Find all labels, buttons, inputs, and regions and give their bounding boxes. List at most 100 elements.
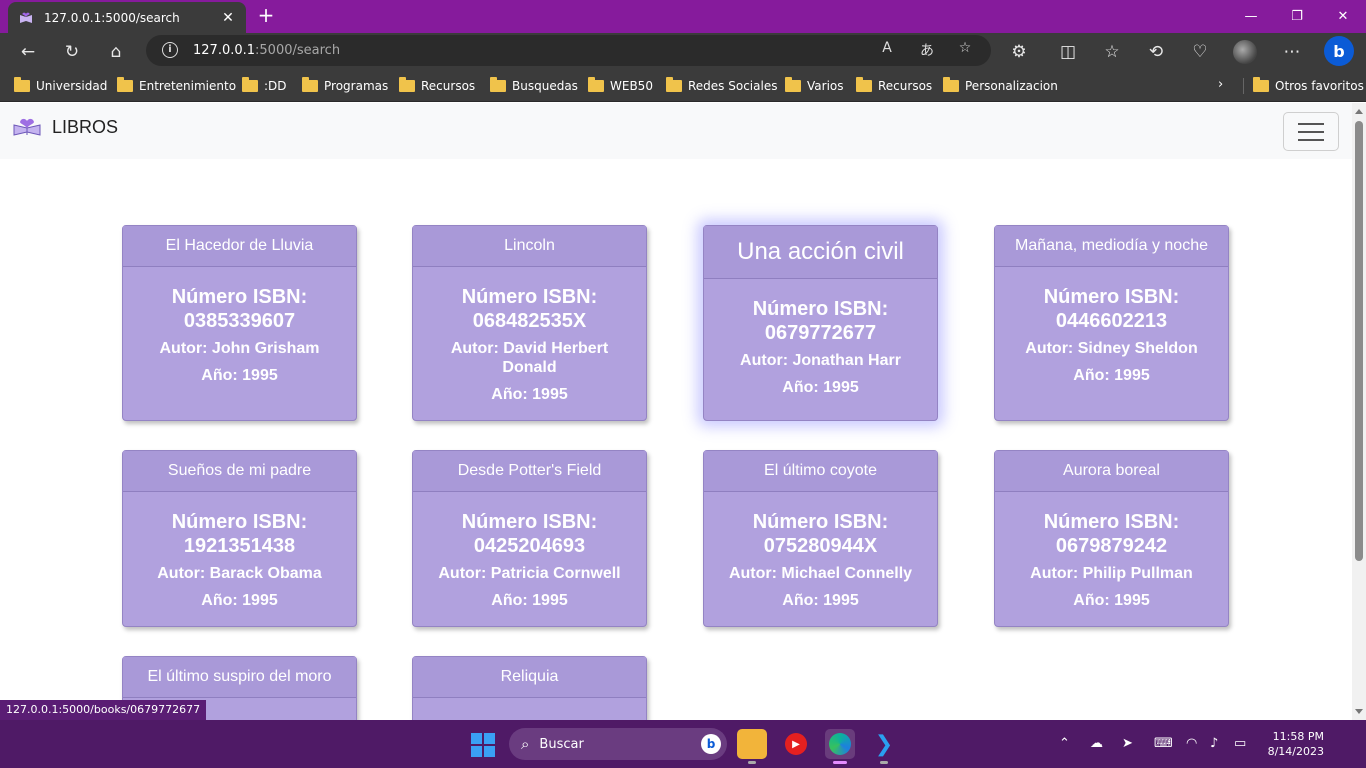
read-aloud-icon[interactable]: A <box>876 40 898 56</box>
clock-date: 8/14/2023 <box>1267 745 1324 758</box>
bookmarks-divider <box>1243 78 1244 94</box>
bookmark-folder[interactable]: Busquedas <box>490 77 578 95</box>
book-isbn: Número ISBN: 1921351438 <box>171 511 308 557</box>
window-controls: — ❐ ✕ <box>1228 0 1366 33</box>
windows-start-icon[interactable] <box>471 733 495 757</box>
book-card[interactable]: Aurora boreal Número ISBN: 0679879242 Au… <box>994 450 1229 627</box>
navbar: LIBROS <box>0 103 1352 159</box>
book-card[interactable]: Lincoln Número ISBN: 068482535X Autor: D… <box>412 225 647 421</box>
volume-icon[interactable]: ♪ <box>1210 736 1218 751</box>
vscode-icon[interactable]: ❯ <box>869 729 899 764</box>
folder-icon <box>588 77 604 92</box>
book-author: Autor: Sidney Sheldon <box>1025 340 1198 357</box>
bookmark-folder[interactable]: Varios <box>785 77 844 95</box>
battery-icon[interactable]: ▭ <box>1234 736 1246 751</box>
close-tab-icon[interactable]: ✕ <box>220 10 236 26</box>
book-author: Autor: John Grisham <box>159 340 320 357</box>
taskbar-search[interactable]: ⌕ Buscar b <box>509 728 727 760</box>
browser-tab[interactable]: 127.0.0.1:5000/search ✕ <box>8 2 246 33</box>
chevron-up-icon[interactable]: ⌃ <box>1059 736 1070 751</box>
book-card-hovered[interactable]: Una acción civil Número ISBN: 0679772677… <box>703 225 938 421</box>
bookmark-folder[interactable]: Programas <box>302 77 388 95</box>
bookmark-folder[interactable]: WEB50 <box>588 77 653 95</box>
book-card[interactable]: Desde Potter's Field Número ISBN: 042520… <box>412 450 647 627</box>
wifi-icon[interactable]: ◠ <box>1186 736 1197 751</box>
folder-icon <box>666 77 682 92</box>
scroll-thumb[interactable] <box>1355 121 1363 561</box>
back-icon[interactable]: ← <box>15 39 41 65</box>
url-text[interactable]: 127.0.0.1:5000/search <box>193 43 340 58</box>
book-author: Autor: Philip Pullman <box>1030 565 1193 582</box>
scroll-down-icon[interactable] <box>1355 709 1363 714</box>
other-favorites-folder[interactable]: Otros favoritos <box>1253 77 1364 95</box>
edge-browser-icon[interactable] <box>825 729 855 764</box>
browser-essentials-icon[interactable]: ♡ <box>1187 39 1213 65</box>
bookmark-folder[interactable]: Universidad <box>14 77 107 95</box>
bookmark-folder[interactable]: Recursos <box>399 77 475 95</box>
taskbar-search-placeholder: Buscar <box>539 736 584 752</box>
profile-avatar[interactable] <box>1233 40 1257 64</box>
site-info-icon[interactable]: i <box>162 42 178 58</box>
book-card[interactable]: Mañana, mediodía y noche Número ISBN: 04… <box>994 225 1229 421</box>
book-year: Año: 1995 <box>1073 367 1150 384</box>
bookmark-folder[interactable]: :DD <box>242 77 287 95</box>
folder-icon <box>242 77 258 92</box>
brand-link[interactable]: LIBROS <box>12 116 118 138</box>
bing-icon: b <box>701 734 721 754</box>
brand-title: LIBROS <box>52 116 119 137</box>
favorite-star-icon[interactable]: ☆ <box>954 40 976 56</box>
extensions-icon[interactable]: ⚙ <box>1006 39 1032 65</box>
book-title: Mañana, mediodía y noche <box>995 226 1228 267</box>
onedrive-icon[interactable]: ☁ <box>1090 736 1103 751</box>
youtube-music-icon[interactable]: ▶ <box>781 729 811 759</box>
file-explorer-icon[interactable] <box>737 729 767 764</box>
bookmark-folder[interactable]: Entretenimiento <box>117 77 236 95</box>
history-icon[interactable]: ⟲ <box>1143 39 1169 65</box>
clock-time: 11:58 PM <box>1272 730 1324 743</box>
page-viewport: LIBROS El Hacedor de Lluvia Número ISBN:… <box>0 103 1352 720</box>
tab-title: 127.0.0.1:5000/search <box>44 10 180 25</box>
book-card[interactable]: El Hacedor de Lluvia Número ISBN: 038533… <box>122 225 357 421</box>
split-screen-icon[interactable]: ◫ <box>1055 39 1081 65</box>
restore-icon[interactable]: ❐ <box>1274 0 1320 33</box>
folder-icon <box>399 77 415 92</box>
book-author: Autor: David Herbert Donald <box>450 340 609 376</box>
book-title: Aurora boreal <box>995 451 1228 492</box>
book-heart-icon <box>13 118 41 136</box>
bookmarks-bar: Universidad Entretenimiento :DD Programa… <box>0 70 1366 102</box>
book-year: Año: 1995 <box>1073 592 1150 609</box>
book-title: Desde Potter's Field <box>413 451 646 492</box>
new-tab-icon[interactable]: + <box>254 4 278 26</box>
favorites-icon[interactable]: ☆ <box>1099 39 1125 65</box>
refresh-icon[interactable]: ↻ <box>59 39 85 65</box>
book-card[interactable]: El último coyote Número ISBN: 075280944X… <box>703 450 938 627</box>
more-menu-icon[interactable]: ⋯ <box>1279 39 1305 65</box>
address-bar[interactable]: i 127.0.0.1:5000/search A あ ☆ <box>146 35 991 66</box>
bookmark-folder[interactable]: Recursos <box>856 77 932 95</box>
page-scrollbar[interactable] <box>1352 103 1366 720</box>
book-title: Una acción civil <box>704 226 937 279</box>
book-card[interactable]: Reliquia <box>412 656 647 720</box>
bookmark-folder[interactable]: Redes Sociales <box>666 77 777 95</box>
home-icon[interactable]: ⌂ <box>103 39 129 65</box>
book-isbn: Número ISBN: 068482535X <box>461 286 598 332</box>
close-window-icon[interactable]: ✕ <box>1320 0 1366 33</box>
keyboard-icon[interactable]: ⌨ <box>1154 736 1173 751</box>
hamburger-line <box>1298 130 1324 133</box>
menu-toggle-button[interactable] <box>1283 112 1339 151</box>
link-status-bar: 127.0.0.1:5000/books/0679772677 <box>0 700 207 720</box>
minimize-icon[interactable]: — <box>1228 0 1274 33</box>
bing-copilot-icon[interactable]: b <box>1324 36 1354 66</box>
book-author: Autor: Patricia Cornwell <box>438 565 621 582</box>
translate-icon[interactable]: あ <box>916 40 938 60</box>
book-isbn: Número ISBN: 0446602213 <box>1043 286 1180 332</box>
scroll-up-icon[interactable] <box>1355 109 1363 114</box>
bookmark-folder[interactable]: Personalizacion <box>943 77 1058 95</box>
folder-icon <box>785 77 801 92</box>
book-title: El Hacedor de Lluvia <box>123 226 356 267</box>
chevron-right-icon[interactable]: › <box>1218 77 1223 92</box>
book-card[interactable]: Sueños de mi padre Número ISBN: 19213514… <box>122 450 357 627</box>
send-icon[interactable]: ➤ <box>1122 736 1133 751</box>
system-clock[interactable]: 11:58 PM 8/14/2023 <box>1262 729 1324 759</box>
book-year: Año: 1995 <box>201 592 278 609</box>
